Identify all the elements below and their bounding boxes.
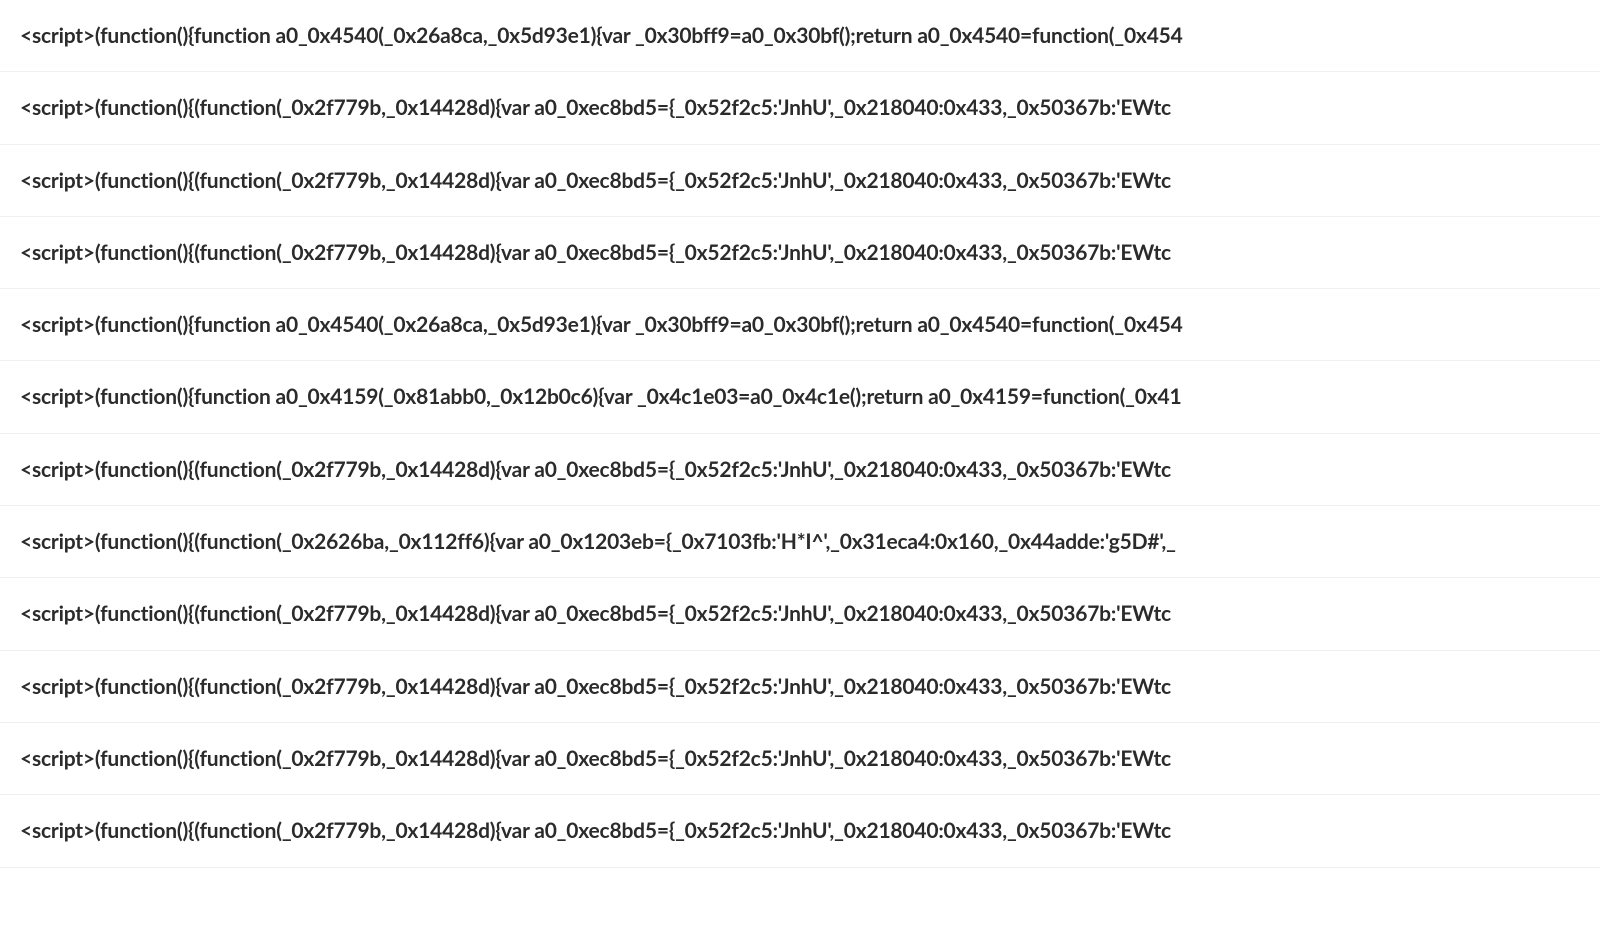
code-row[interactable]: <script>(function(){(function(_0x2f779b,… [0, 578, 1600, 650]
code-row[interactable]: <script>(function(){(function(_0x2f779b,… [0, 217, 1600, 289]
code-row[interactable]: <script>(function(){(function(_0x2f779b,… [0, 434, 1600, 506]
code-row[interactable]: <script>(function(){(function(_0x2f779b,… [0, 723, 1600, 795]
code-row[interactable]: <script>(function(){(function(_0x2f779b,… [0, 72, 1600, 144]
code-row[interactable]: <script>(function(){(function(_0x2f779b,… [0, 145, 1600, 217]
code-row[interactable]: <script>(function(){function a0_0x4540(_… [0, 0, 1600, 72]
code-row[interactable]: <script>(function(){(function(_0x2f779b,… [0, 651, 1600, 723]
code-listing: <script>(function(){function a0_0x4540(_… [0, 0, 1600, 868]
code-row[interactable]: <script>(function(){function a0_0x4159(_… [0, 361, 1600, 433]
code-row[interactable]: <script>(function(){function a0_0x4540(_… [0, 289, 1600, 361]
code-row[interactable]: <script>(function(){(function(_0x2626ba,… [0, 506, 1600, 578]
code-row[interactable]: <script>(function(){(function(_0x2f779b,… [0, 795, 1600, 867]
